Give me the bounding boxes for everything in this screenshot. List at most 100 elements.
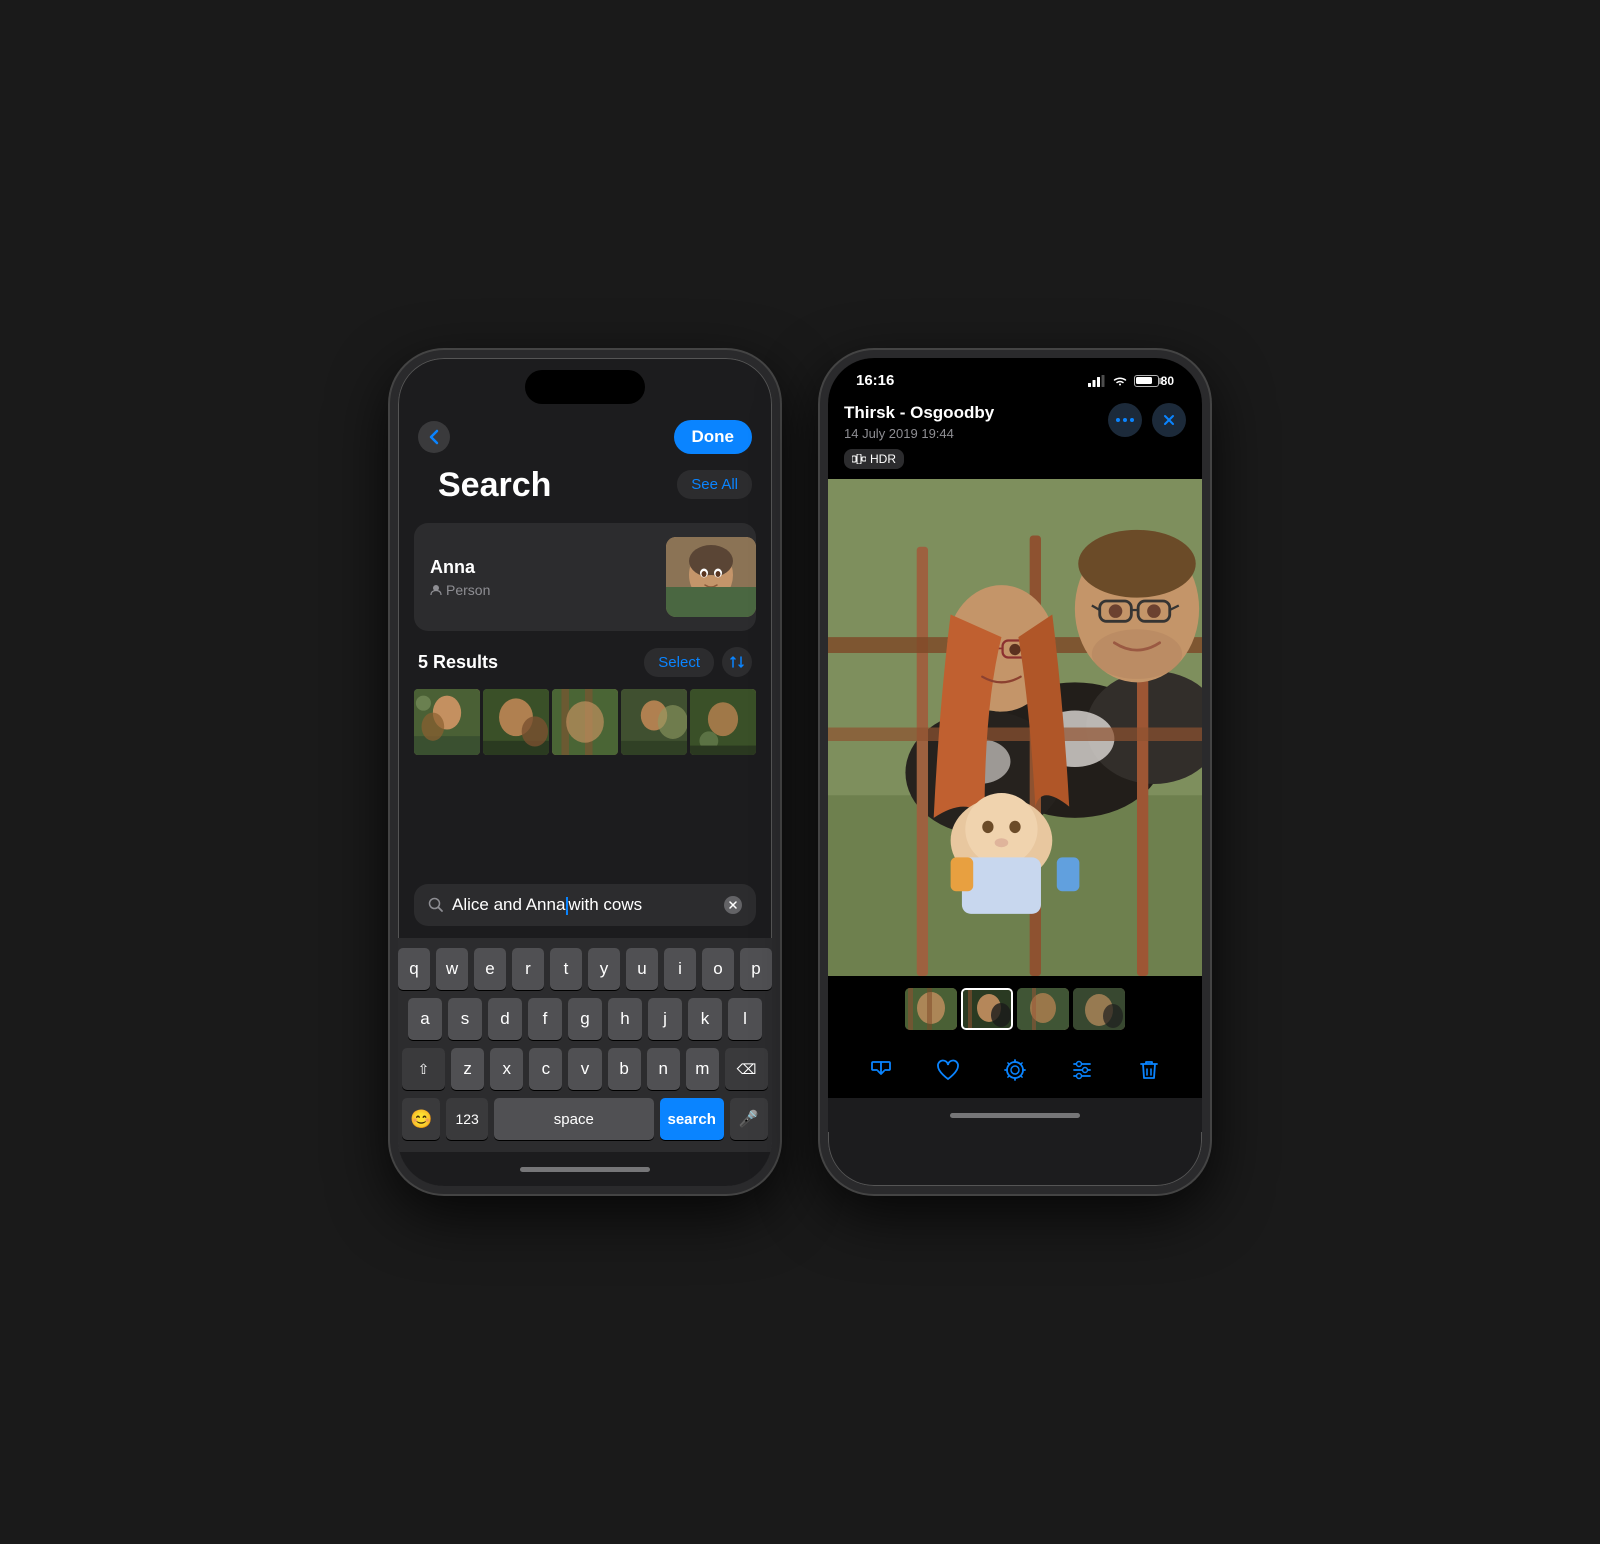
wifi-icon [1112,375,1128,387]
battery-icon: 80 [1134,374,1174,388]
key-h[interactable]: h [608,998,642,1040]
key-n[interactable]: n [647,1048,680,1090]
thumb-item-2[interactable] [961,988,1013,1030]
hdr-badge: HDR [844,449,904,469]
photo-thumb-4[interactable] [621,689,687,755]
photo-main-title: Thirsk - Osgoodby [844,403,994,423]
key-e[interactable]: e [474,948,506,990]
home-bar-phone2 [828,1098,1202,1132]
keyboard: q w e r t y u i o p a s d f g h j k [398,938,772,1152]
key-j[interactable]: j [648,998,682,1040]
key-b[interactable]: b [608,1048,641,1090]
key-k[interactable]: k [688,998,722,1040]
dynamic-island [525,370,645,404]
key-x[interactable]: x [490,1048,523,1090]
select-button[interactable]: Select [644,648,714,677]
spacer [398,755,772,884]
phone-1: Done Search See All Anna Person [390,350,780,1194]
key-t[interactable]: t [550,948,582,990]
home-indicator-2 [950,1113,1080,1118]
sort-button[interactable] [722,647,752,677]
back-button[interactable] [418,421,450,453]
key-m[interactable]: m [686,1048,719,1090]
photo-actions-top [1108,403,1186,437]
key-o[interactable]: o [702,948,734,990]
magic-icon [1003,1058,1027,1082]
person-photo [666,537,756,617]
search-text-after: with cows [568,895,642,914]
adjust-button[interactable] [1060,1048,1104,1092]
photo-header: Thirsk - Osgoodby 14 July 2019 19:44 HDR [828,395,1202,479]
heart-icon [935,1058,961,1082]
key-s[interactable]: s [448,998,482,1040]
favorite-button[interactable] [926,1048,970,1092]
key-backspace[interactable]: ⌫ [725,1048,768,1090]
search-title-row: Search See All [398,466,772,523]
close-button[interactable] [1152,403,1186,437]
phone-2: 16:16 [820,350,1210,1194]
photo-thumb-3[interactable] [552,689,618,755]
top-nav: Done [398,412,772,466]
key-i[interactable]: i [664,948,696,990]
adjust-icon [1070,1058,1094,1082]
photo-grid [398,689,772,755]
key-f[interactable]: f [528,998,562,1040]
thumb-item-3[interactable] [1017,988,1069,1030]
done-button[interactable]: Done [674,420,753,454]
search-clear-button[interactable] [724,896,742,914]
photo-thumb-2[interactable] [483,689,549,755]
key-shift[interactable]: ⇧ [402,1048,445,1090]
home-bar-phone1 [398,1152,772,1186]
status-time: 16:16 [856,372,894,389]
phone1-content: Done Search See All Anna Person [398,412,772,1186]
key-r[interactable]: r [512,948,544,990]
keyboard-row-bottom: 😊 123 space search 🎤 [402,1098,768,1140]
thumb-item-4[interactable] [1073,988,1125,1030]
key-u[interactable]: u [626,948,658,990]
dynamic-island-2 [955,370,1075,404]
thumb-strip [828,976,1202,1038]
search-icon [428,897,444,913]
trash-icon [1138,1058,1160,1082]
key-123[interactable]: 123 [446,1098,488,1140]
thumb-item-1[interactable] [905,988,957,1030]
key-emoji[interactable]: 😊 [402,1098,440,1140]
search-input-container: Alice and Annawith cows [414,884,756,926]
key-y[interactable]: y [588,948,620,990]
key-space[interactable]: space [494,1098,654,1140]
photo-thumb-5[interactable] [690,689,756,755]
search-text-before: Alice and Anna [452,895,565,914]
key-search[interactable]: search [660,1098,724,1140]
delete-button[interactable] [1127,1048,1171,1092]
main-photo[interactable] [828,479,1202,976]
key-d[interactable]: d [488,998,522,1040]
keyboard-row-1: q w e r t y u i o p [402,948,768,990]
hdr-text: HDR [870,452,896,466]
key-w[interactable]: w [436,948,468,990]
key-c[interactable]: c [529,1048,562,1090]
keyboard-row-3: ⇧ z x c v b n m ⌫ [402,1048,768,1090]
magic-button[interactable] [993,1048,1037,1092]
photo-thumb-1[interactable] [414,689,480,755]
share-button[interactable] [859,1048,903,1092]
person-name: Anna [430,557,490,578]
see-all-button[interactable]: See All [677,470,752,499]
results-count: 5 Results [418,652,498,673]
keyboard-row-2: a s d f g h j k l [402,998,768,1040]
key-mic[interactable]: 🎤 [730,1098,768,1140]
key-z[interactable]: z [451,1048,484,1090]
phone2-content: 16:16 [828,358,1202,1132]
search-input-text[interactable]: Alice and Annawith cows [452,895,716,915]
hdr-icon [852,454,866,464]
key-g[interactable]: g [568,998,602,1040]
key-a[interactable]: a [408,998,442,1040]
person-type: Person [430,582,490,598]
bottom-toolbar [828,1038,1202,1098]
close-icon [1163,414,1175,426]
person-card[interactable]: Anna Person [414,523,756,631]
key-v[interactable]: v [568,1048,601,1090]
key-p[interactable]: p [740,948,772,990]
key-l[interactable]: l [728,998,762,1040]
key-q[interactable]: q [398,948,430,990]
more-options-button[interactable] [1108,403,1142,437]
